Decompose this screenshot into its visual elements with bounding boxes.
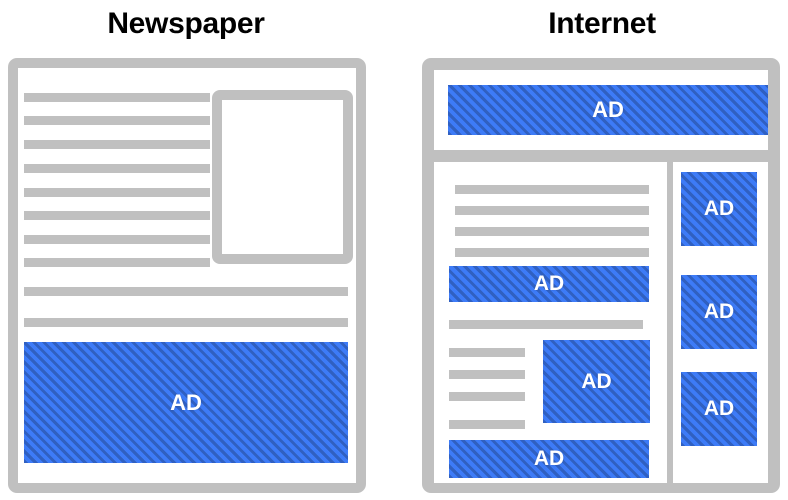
newspaper-text-line	[24, 93, 210, 102]
internet-text-line	[449, 420, 525, 429]
internet-ad-block[interactable]: AD	[448, 85, 768, 135]
newspaper-text-line	[24, 164, 210, 173]
internet-text-line	[449, 320, 643, 329]
newspaper-text-line	[24, 140, 210, 149]
internet-ad-label: AD	[703, 397, 735, 420]
internet-ad-block[interactable]: AD	[449, 440, 649, 478]
internet-text-line	[449, 392, 525, 401]
newspaper-text-line	[24, 235, 210, 244]
internet-ad-label: AD	[703, 197, 735, 220]
newspaper-image-placeholder-inner	[222, 100, 343, 254]
internet-ad-label: AD	[592, 97, 624, 122]
newspaper-text-line	[24, 258, 210, 267]
newspaper-text-line	[24, 211, 210, 220]
internet-ad-block[interactable]: AD	[681, 172, 757, 246]
newspaper-text-line	[24, 318, 348, 327]
internet-ad-block[interactable]: AD	[449, 266, 649, 302]
internet-ad-label: AD	[533, 272, 565, 295]
internet-text-line	[449, 348, 525, 357]
newspaper-panel-title: Newspaper	[107, 7, 265, 40]
internet-text-line	[455, 248, 649, 257]
internet-ad-label: AD	[703, 300, 735, 323]
internet-panel-title: Internet	[548, 7, 656, 40]
internet-ad-label: AD	[533, 447, 565, 470]
newspaper-text-line	[24, 188, 210, 197]
newspaper-text-line	[24, 116, 210, 125]
internet-text-line	[455, 185, 649, 194]
newspaper-ad-label: AD	[170, 389, 202, 415]
newspaper-ad-block[interactable]: AD	[24, 342, 348, 463]
internet-ad-block[interactable]: AD	[681, 372, 757, 446]
newspaper-image-placeholder	[212, 90, 353, 264]
diagram-canvas: Newspaper AD Internet AD AD AD AD AD AD AD	[0, 0, 788, 500]
newspaper-text-line	[24, 287, 348, 296]
internet-text-line	[455, 206, 649, 215]
internet-text-line	[455, 227, 649, 236]
internet-ad-label: AD	[581, 369, 612, 393]
internet-ad-block[interactable]: AD	[543, 340, 650, 423]
internet-text-line	[449, 370, 525, 379]
internet-ad-block[interactable]: AD	[681, 275, 757, 349]
